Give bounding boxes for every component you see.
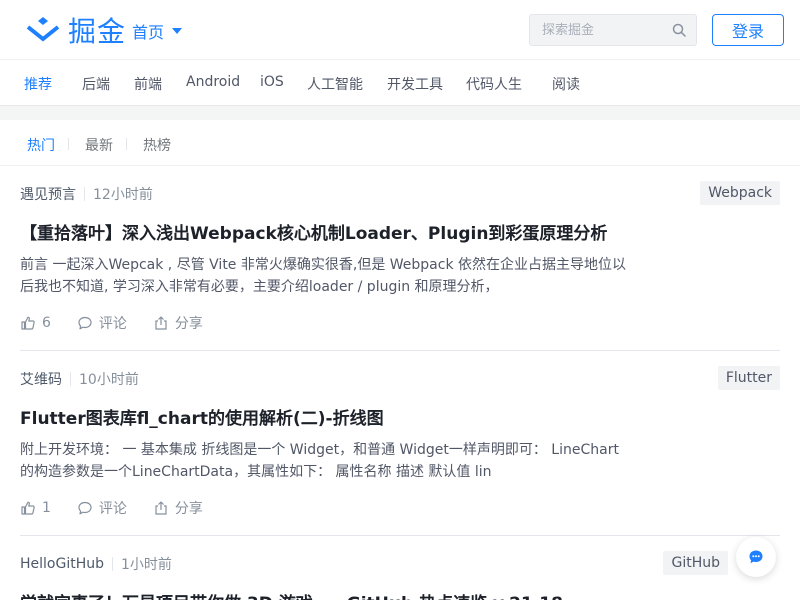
tab-hot[interactable]: 热门 xyxy=(27,135,55,155)
logo-text: 掘金 xyxy=(68,15,127,48)
search-box xyxy=(529,14,697,46)
article-tag[interactable]: Flutter xyxy=(717,366,780,390)
tab-ranking[interactable]: 热榜 xyxy=(143,135,171,155)
caret-down-icon xyxy=(172,28,183,34)
article-meta: 遇见预言 12小时前 xyxy=(20,184,153,204)
comment-button[interactable]: 评论 xyxy=(77,313,127,333)
category-nav: 推荐 后端 前端 Android iOS 人工智能 开发工具 代码人生 阅读 xyxy=(0,61,800,106)
article-actions: 1 评论 分享 xyxy=(20,498,229,518)
comment-label: 评论 xyxy=(98,316,127,332)
section-spacer xyxy=(0,106,800,120)
article-item[interactable]: HelloGitHub 1小时前 GitHub 觉就完事了！万星项目带你做 3D… xyxy=(0,537,800,600)
article-author[interactable]: 艾维码 xyxy=(20,369,62,389)
nav-item-ai[interactable]: 人工智能 xyxy=(307,74,363,94)
comment-label: 评论 xyxy=(98,501,127,517)
home-dropdown-label: 首页 xyxy=(132,23,165,42)
share-icon xyxy=(155,501,167,515)
share-icon xyxy=(155,316,167,330)
feed-tabs: 热门 最新 热榜 xyxy=(0,120,800,166)
thumbs-up-icon xyxy=(21,501,35,515)
comment-icon xyxy=(78,316,92,330)
share-button[interactable]: 分享 xyxy=(153,313,203,333)
chat-bubble-icon xyxy=(749,550,763,564)
meta-divider xyxy=(84,187,85,201)
meta-divider xyxy=(112,557,113,571)
comment-icon xyxy=(78,501,92,515)
article-actions: 6 评论 分享 xyxy=(20,313,229,333)
chat-help-button[interactable] xyxy=(736,537,776,577)
nav-item-backend[interactable]: 后端 xyxy=(82,74,110,94)
article-item[interactable]: 艾维码 10小时前 Flutter Flutter图表库fl_chart的使用解… xyxy=(0,352,800,536)
meta-divider xyxy=(70,372,71,386)
article-divider xyxy=(20,350,780,351)
article-title[interactable]: 觉就完事了！万星项目带你做 3D 游戏——GitHub 热点速览 v.21.18 xyxy=(20,589,563,600)
article-tag[interactable]: GitHub xyxy=(663,551,728,575)
article-time: 10小时前 xyxy=(79,372,139,388)
tab-latest[interactable]: 最新 xyxy=(85,135,113,155)
tab-divider xyxy=(126,138,127,150)
article-abstract[interactable]: 附上开发环境： 一 基本集成 折线图是一个 Widget，和普通 Widget一… xyxy=(20,439,630,483)
nav-item-code-life[interactable]: 代码人生 xyxy=(466,74,522,94)
like-button[interactable]: 6 xyxy=(20,315,51,331)
comment-button[interactable]: 评论 xyxy=(77,498,127,518)
share-button[interactable]: 分享 xyxy=(153,498,203,518)
article-title[interactable]: 【重拾落叶】深入浅出Webpack核心机制Loader、Plugin到彩蛋原理分… xyxy=(20,219,607,244)
nav-item-recommend[interactable]: 推荐 xyxy=(24,74,52,94)
article-tag[interactable]: Webpack xyxy=(700,181,780,205)
article-author[interactable]: 遇见预言 xyxy=(20,184,76,204)
like-count: 6 xyxy=(42,315,51,331)
share-label: 分享 xyxy=(174,316,203,332)
nav-item-ios[interactable]: iOS xyxy=(260,74,284,90)
nav-item-dev-tools[interactable]: 开发工具 xyxy=(387,74,443,94)
juejin-logo-icon xyxy=(26,17,60,42)
juejin-logo[interactable]: 掘金 xyxy=(24,12,126,48)
article-author[interactable]: HelloGitHub xyxy=(20,556,104,572)
nav-item-reading[interactable]: 阅读 xyxy=(552,74,580,94)
login-button[interactable]: 登录 xyxy=(712,14,784,46)
article-divider xyxy=(20,535,780,536)
article-time: 1小时前 xyxy=(121,557,172,573)
article-item[interactable]: 遇见预言 12小时前 Webpack 【重拾落叶】深入浅出Webpack核心机制… xyxy=(0,167,800,351)
thumbs-up-icon xyxy=(21,316,35,330)
top-header: 掘金 首页 登录 xyxy=(0,0,800,60)
nav-item-frontend[interactable]: 前端 xyxy=(134,74,162,94)
share-label: 分享 xyxy=(174,501,203,517)
article-meta: 艾维码 10小时前 xyxy=(20,369,139,389)
article-time: 12小时前 xyxy=(93,187,153,203)
article-meta: HelloGitHub 1小时前 xyxy=(20,554,172,574)
search-icon[interactable] xyxy=(672,23,686,37)
like-button[interactable]: 1 xyxy=(20,500,51,516)
article-title[interactable]: Flutter图表库fl_chart的使用解析(二)-折线图 xyxy=(20,404,384,429)
like-count: 1 xyxy=(42,500,51,516)
nav-item-android[interactable]: Android xyxy=(186,74,240,90)
article-abstract[interactable]: 前言 一起深入Wepcak , 尽管 Vite 非常火爆确实很香,但是 Webp… xyxy=(20,254,630,298)
search-input[interactable] xyxy=(530,15,660,45)
tab-divider xyxy=(68,138,69,150)
home-dropdown[interactable]: 首页 xyxy=(132,19,183,43)
